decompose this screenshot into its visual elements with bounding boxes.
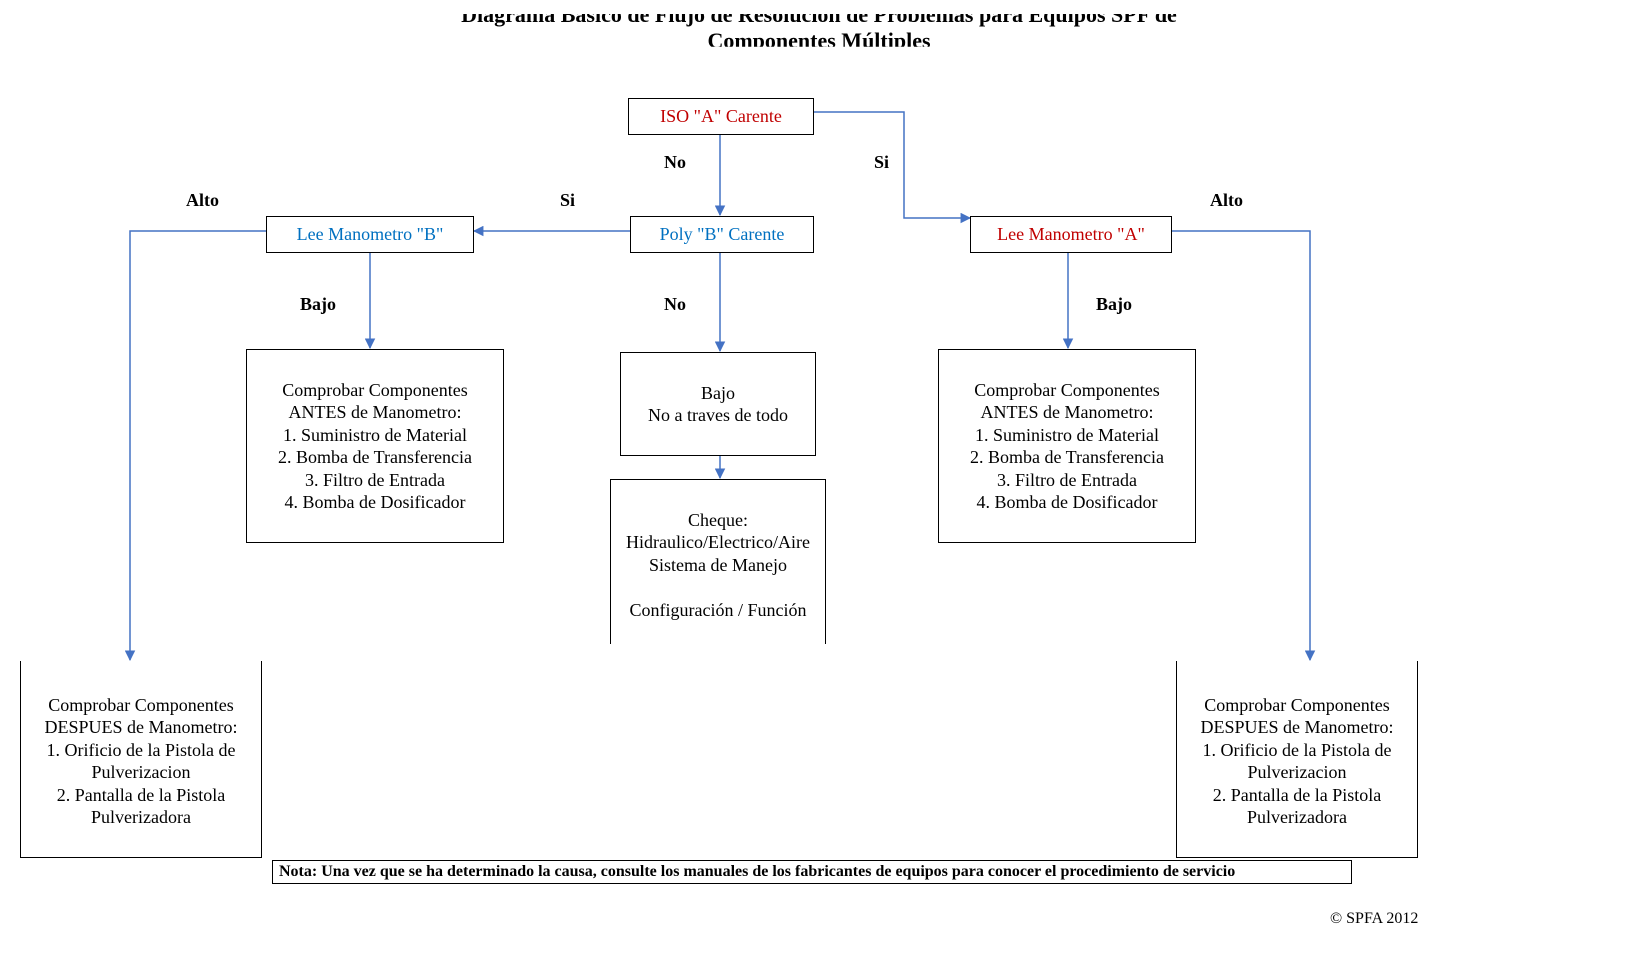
box-antes-a-text: Comprobar Componentes ANTES de Manometro… xyxy=(947,379,1187,514)
box-lee-b: Lee Manometro "B" xyxy=(266,216,474,253)
label-bajo-left: Bajo xyxy=(300,294,336,315)
title-line-2: Componentes Múltiples xyxy=(0,28,1638,54)
label-no-mid: No xyxy=(664,294,686,315)
box-cheque-text: Cheque: Hidraulico/Electrico/Aire Sistem… xyxy=(619,509,817,622)
box-despues-a-text: Comprobar Componentes DESPUES de Manomet… xyxy=(1185,694,1409,829)
box-lee-a-text: Lee Manometro "A" xyxy=(979,223,1163,246)
diagram-title: Diagrama Básico de Flujo de Resolución d… xyxy=(0,2,1638,55)
box-despues-a: Comprobar Componentes DESPUES de Manomet… xyxy=(1176,661,1418,858)
box-antes-b-text: Comprobar Componentes ANTES de Manometro… xyxy=(255,379,495,514)
box-lee-b-text: Lee Manometro "B" xyxy=(275,223,465,246)
box-poly-b-text: Poly "B" Carente xyxy=(639,223,805,246)
box-cheque: Cheque: Hidraulico/Electrico/Aire Sistem… xyxy=(610,479,826,644)
box-bajo-mid-text: Bajo No a traves de todo xyxy=(629,382,807,427)
box-lee-a: Lee Manometro "A" xyxy=(970,216,1172,253)
label-bajo-right: Bajo xyxy=(1096,294,1132,315)
note-text: Nota: Una vez que se ha determinado la c… xyxy=(279,863,1235,880)
label-no-top: No xyxy=(664,152,686,173)
box-despues-b-text: Comprobar Componentes DESPUES de Manomet… xyxy=(29,694,253,829)
note-box: Nota: Una vez que se ha determinado la c… xyxy=(272,860,1352,884)
box-despues-b: Comprobar Componentes DESPUES de Manomet… xyxy=(20,661,262,858)
label-si-right: Si xyxy=(874,152,889,173)
label-si-left: Si xyxy=(560,190,575,211)
label-alto-right: Alto xyxy=(1210,190,1243,211)
box-iso-a-text: ISO "A" Carente xyxy=(637,105,805,128)
box-antes-b: Comprobar Componentes ANTES de Manometro… xyxy=(246,349,504,543)
label-alto-left: Alto xyxy=(186,190,219,211)
box-iso-a: ISO "A" Carente xyxy=(628,98,814,135)
box-poly-b: Poly "B" Carente xyxy=(630,216,814,253)
title-line-1: Diagrama Básico de Flujo de Resolución d… xyxy=(461,2,1177,27)
box-antes-a: Comprobar Componentes ANTES de Manometro… xyxy=(938,349,1196,543)
copyright-text: © SPFA 2012 xyxy=(1330,910,1418,928)
box-bajo-mid: Bajo No a traves de todo xyxy=(620,352,816,456)
